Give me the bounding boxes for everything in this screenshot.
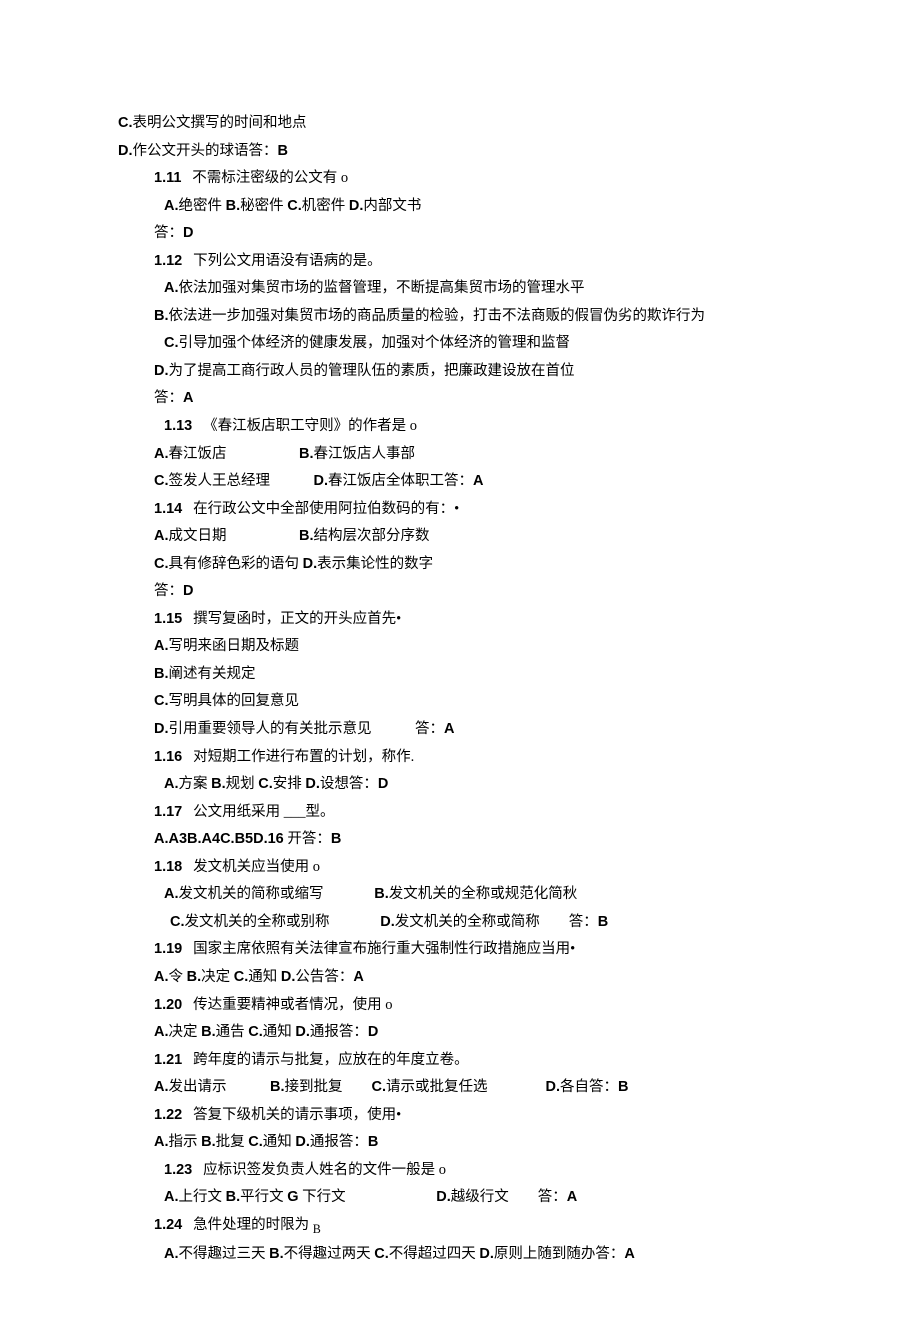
text-line: A.依法加强对集贸市场的监督管理，不断提高集贸市场的管理水平 — [118, 275, 810, 303]
text-line: A.指示 B.批复 C.通知 D.通报答：B — [118, 1129, 810, 1157]
text-line: B.阐述有关规定 — [118, 661, 810, 689]
content-area: C.表明公文撰写的时间和地点D.作公文开头的球语答：B1.11 不需标注密级的公… — [118, 110, 810, 1268]
text-line: A.成文日期 B.结构层次部分序数 — [118, 523, 810, 551]
text-line: C.具有修辞色彩的语句 D.表示集论性的数字 — [118, 551, 810, 579]
text-line: C.写明具体的回复意见 — [118, 688, 810, 716]
text-line: A.令 B.决定 C.通知 D.公告答：A — [118, 964, 810, 992]
text-line: A.上行文 B.平行文 G 下行文 D.越级行文 答：A — [118, 1184, 810, 1212]
text-line: 1.13 《春江板店职工守则》的作者是 o — [118, 413, 810, 441]
text-line: 1.21 跨年度的请示与批复，应放在的年度立卷。 — [118, 1047, 810, 1075]
text-line: 1.16 对短期工作进行布置的计划，称作. — [118, 744, 810, 772]
text-line: 1.19 国家主席依照有关法律宣布施行重大强制性行政措施应当用• — [118, 936, 810, 964]
text-line: A.绝密件 B.秘密件 C.机密件 D.内部文书 — [118, 193, 810, 221]
text-line: A.决定 B.通告 C.通知 D.通报答：D — [118, 1019, 810, 1047]
text-line: A.A3B.A4C.B5D.16 开答：B — [118, 826, 810, 854]
text-line: 答：A — [118, 385, 810, 413]
text-line: C.签发人王总经理 D.春江饭店全体职工答：A — [118, 468, 810, 496]
text-line: 1.24 急件处理的时限为 B — [118, 1212, 810, 1241]
text-line: 1.11 不需标注密级的公文有 o — [118, 165, 810, 193]
text-line: 答：D — [118, 578, 810, 606]
text-line: 1.18 发文机关应当使用 o — [118, 854, 810, 882]
text-line: D.作公文开头的球语答：B — [118, 138, 810, 166]
text-line: C.发文机关的全称或别称 D.发文机关的全称或简称 答：B — [118, 909, 810, 937]
text-line: 1.20 传达重要精神或者情况，使用 o — [118, 992, 810, 1020]
text-line: D.引用重要领导人的有关批示意见 答：A — [118, 716, 810, 744]
text-line: 1.22 答复下级机关的请示事项，使用• — [118, 1102, 810, 1130]
text-line: 1.15 撰写复函时，正文的开头应首先• — [118, 606, 810, 634]
text-line: A.写明来函日期及标题 — [118, 633, 810, 661]
text-line: 1.17 公文用纸采用 ___型。 — [118, 799, 810, 827]
text-line: C.表明公文撰写的时间和地点 — [118, 110, 810, 138]
text-line: A.方案 B.规划 C.安排 D.设想答：D — [118, 771, 810, 799]
document-page: C.表明公文撰写的时间和地点D.作公文开头的球语答：B1.11 不需标注密级的公… — [0, 0, 920, 1328]
text-line: C.引导加强个体经济的健康发展，加强对个体经济的管理和监督 — [118, 330, 810, 358]
text-line: 答：D — [118, 220, 810, 248]
text-line: A.发文机关的简称或缩写 B.发文机关的全称或规范化简秋 — [118, 881, 810, 909]
text-line: 1.23 应标识签发负责人姓名的文件一般是 o — [118, 1157, 810, 1185]
text-line: 1.12 下列公文用语没有语病的是。 — [118, 248, 810, 276]
text-line: A.春江饭店 B.春江饭店人事部 — [118, 441, 810, 469]
text-line: B.依法进一步加强对集贸市场的商品质量的检验，打击不法商贩的假冒伪劣的欺诈行为 — [118, 303, 810, 331]
text-line: A.不得趣过三天 B.不得趣过两天 C.不得超过四天 D.原则上随到随办答：A — [118, 1241, 810, 1269]
text-line: D.为了提高工商行政人员的管理队伍的素质，把廉政建设放在首位 — [118, 358, 810, 386]
text-line: 1.14 在行政公文中全部使用阿拉伯数码的有：• — [118, 496, 810, 524]
text-line: A.发出请示 B.接到批复 C.请示或批复任选 D.各自答：B — [118, 1074, 810, 1102]
